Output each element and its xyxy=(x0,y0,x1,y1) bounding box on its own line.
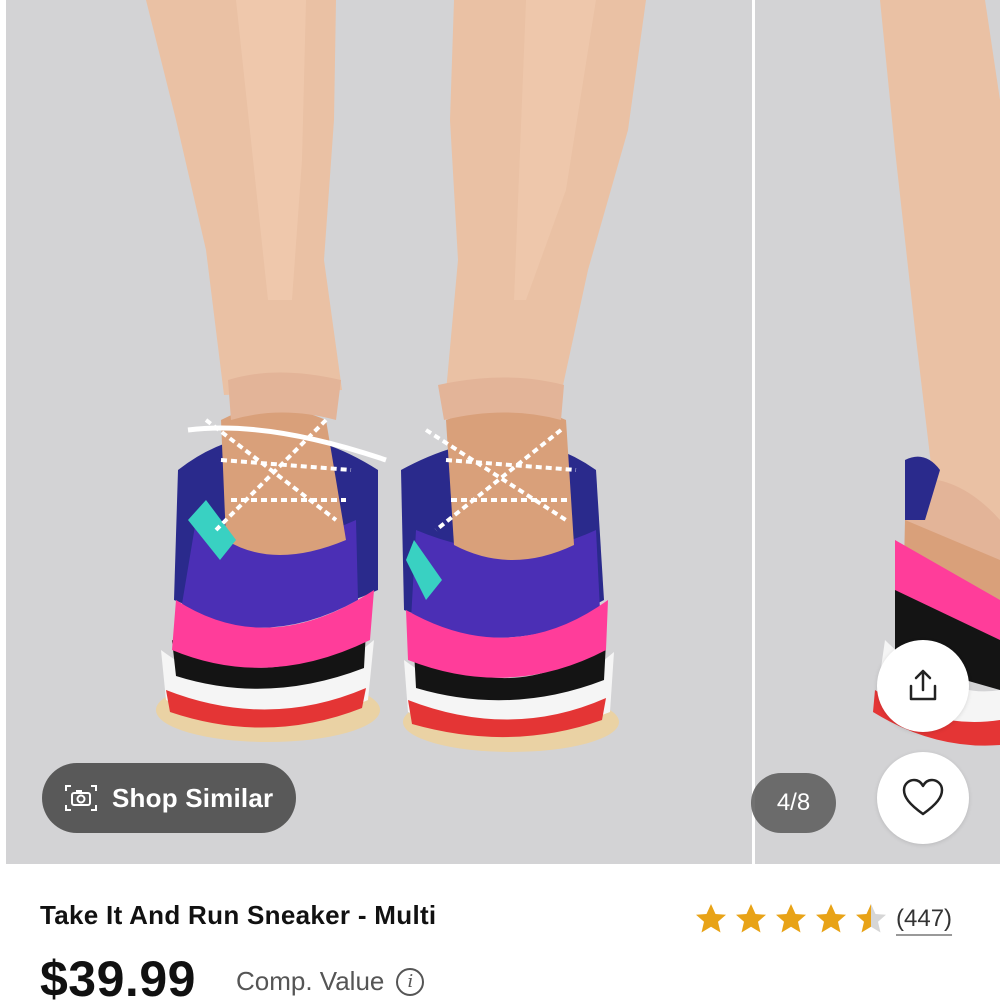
image-counter: 4/8 xyxy=(751,773,836,833)
product-image-next[interactable] xyxy=(755,0,1000,864)
favorite-button[interactable] xyxy=(877,752,969,844)
sneaker-photo-side xyxy=(873,0,1000,746)
share-icon xyxy=(909,669,937,701)
comp-value: Comp. Value i xyxy=(236,966,425,997)
product-image-main[interactable] xyxy=(6,0,752,864)
product-image-gallery[interactable]: Shop Similar 4/8 xyxy=(0,0,1000,864)
camera-scan-icon xyxy=(65,785,97,811)
sneaker-photo xyxy=(146,0,646,752)
shop-similar-button[interactable]: Shop Similar xyxy=(42,763,296,833)
star-icon xyxy=(736,904,766,933)
shop-similar-label: Shop Similar xyxy=(112,782,274,813)
comp-value-label: Comp. Value xyxy=(236,966,385,996)
heart-icon xyxy=(902,778,944,816)
product-price: $39.99 xyxy=(40,951,196,1000)
star-icon xyxy=(776,904,806,933)
share-button[interactable] xyxy=(877,640,969,732)
star-icon xyxy=(696,904,726,933)
star-icon xyxy=(856,904,886,933)
product-rating[interactable]: (447) xyxy=(694,902,952,936)
info-icon[interactable]: i xyxy=(396,967,425,996)
review-count-link[interactable]: (447) xyxy=(896,905,952,933)
star-icon xyxy=(816,904,846,933)
product-title: Take It And Run Sneaker - Multi xyxy=(40,900,437,930)
rating-stars xyxy=(694,902,888,936)
